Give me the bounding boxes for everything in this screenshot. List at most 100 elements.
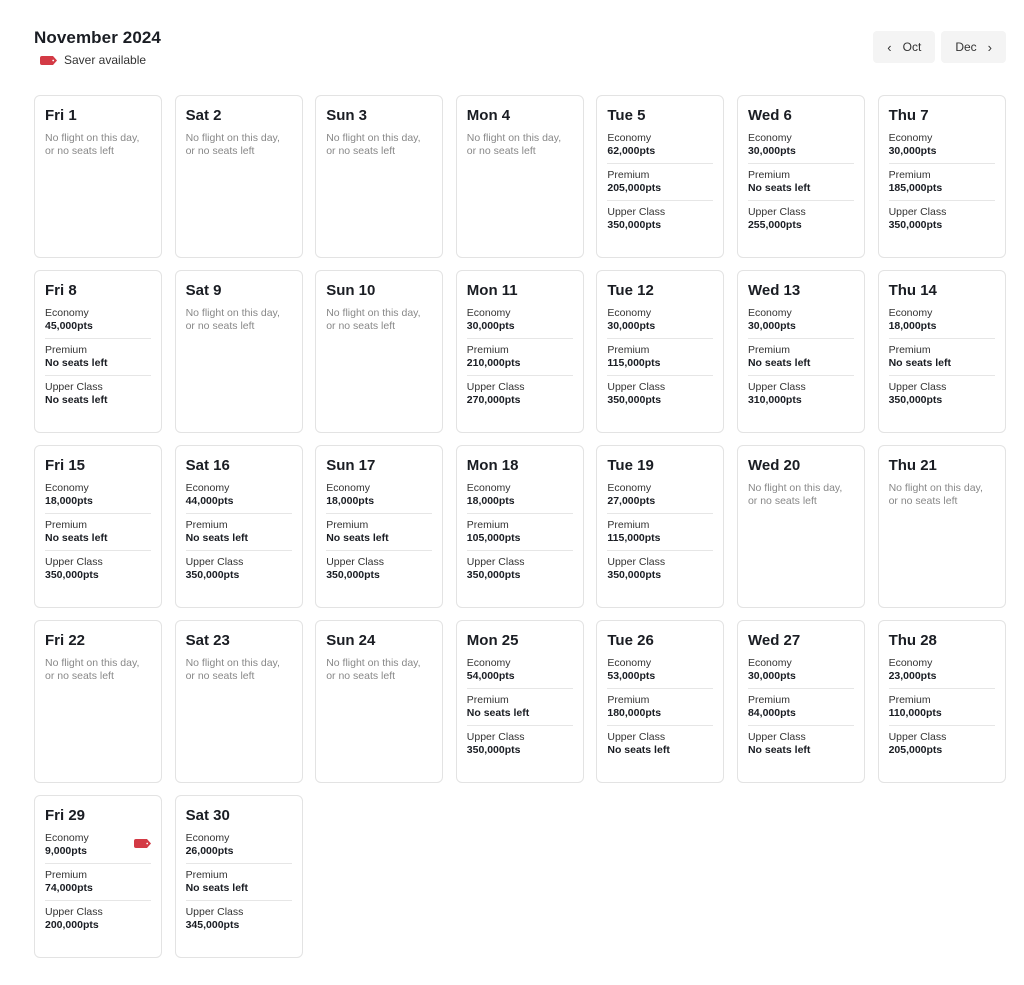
day-card[interactable]: Tue 26 Economy 53,000pts Premium 180,000… <box>596 620 725 783</box>
premium-fare[interactable]: Premium 115,000pts <box>607 338 714 375</box>
premium-fare[interactable]: Premium 185,000pts <box>888 163 995 200</box>
upper-class-fare[interactable]: Upper Class 310,000pts <box>747 375 854 412</box>
day-card[interactable]: Thu 28 Economy 23,000pts Premium 110,000… <box>877 620 1006 783</box>
economy-fare[interactable]: Economy 9,000pts <box>45 832 151 863</box>
premium-price: No seats left <box>45 357 108 369</box>
upper-class-price: 270,000pts <box>466 394 521 406</box>
premium-fare[interactable]: Premium 74,000pts <box>45 863 151 900</box>
economy-fare[interactable]: Economy 26,000pts <box>186 832 292 863</box>
upper-class-fare[interactable]: Upper Class 200,000pts <box>45 900 151 937</box>
upper-class-price: 345,000pts <box>185 919 240 931</box>
upper-class-fare[interactable]: Upper Class 350,000pts <box>466 725 573 762</box>
day-card[interactable]: Mon 25 Economy 54,000pts Premium No seat… <box>455 620 584 783</box>
previous-month-label: Oct <box>902 40 922 54</box>
premium-label: Premium <box>888 344 931 356</box>
premium-fare[interactable]: Premium No seats left <box>185 863 292 900</box>
day-label: Wed 20 <box>747 457 801 474</box>
premium-fare[interactable]: Premium 105,000pts <box>466 513 573 550</box>
premium-fare[interactable]: Premium No seats left <box>888 338 995 375</box>
upper-class-fare[interactable]: Upper Class No seats left <box>45 375 151 412</box>
economy-fare[interactable]: Economy 23,000pts <box>889 657 995 688</box>
economy-fare[interactable]: Economy 18,000pts <box>889 307 995 338</box>
day-card[interactable]: Sat 30 Economy 26,000pts Premium No seat… <box>174 795 303 958</box>
upper-class-fare[interactable]: Upper Class 350,000pts <box>888 200 995 237</box>
day-label: Wed 27 <box>747 632 801 649</box>
upper-class-label: Upper Class <box>888 381 947 393</box>
premium-fare[interactable]: Premium 180,000pts <box>607 688 714 725</box>
day-card[interactable]: Wed 6 Economy 30,000pts Premium No seats… <box>736 95 865 258</box>
economy-fare[interactable]: Economy 18,000pts <box>326 482 432 513</box>
upper-class-fare[interactable]: Upper Class 345,000pts <box>185 900 292 937</box>
premium-fare[interactable]: Premium No seats left <box>326 513 433 550</box>
economy-label: Economy <box>747 657 792 669</box>
upper-class-price: 350,000pts <box>607 219 662 231</box>
day-card[interactable]: Tue 19 Economy 27,000pts Premium 115,000… <box>596 445 725 608</box>
premium-fare[interactable]: Premium No seats left <box>185 513 292 550</box>
day-card[interactable]: Wed 27 Economy 30,000pts Premium 84,000p… <box>736 620 865 783</box>
upper-class-fare[interactable]: Upper Class 350,000pts <box>466 550 573 587</box>
day-card[interactable]: Wed 13 Economy 30,000pts Premium No seat… <box>736 270 865 433</box>
premium-fare[interactable]: Premium No seats left <box>747 163 854 200</box>
economy-fare[interactable]: Economy 30,000pts <box>889 132 995 163</box>
upper-class-fare[interactable]: Upper Class 205,000pts <box>888 725 995 762</box>
day-label: Fri 29 <box>45 807 86 824</box>
upper-class-fare[interactable]: Upper Class 350,000pts <box>326 550 433 587</box>
day-card[interactable]: Tue 5 Economy 62,000pts Premium 205,000p… <box>596 95 725 258</box>
economy-fare[interactable]: Economy 53,000pts <box>607 657 713 688</box>
upper-class-fare[interactable]: Upper Class 350,000pts <box>607 550 714 587</box>
upper-class-fare[interactable]: Upper Class 350,000pts <box>607 200 714 237</box>
day-card[interactable]: Mon 18 Economy 18,000pts Premium 105,000… <box>455 445 584 608</box>
day-card[interactable]: Fri 8 Economy 45,000pts Premium No seats… <box>34 270 162 433</box>
upper-class-fare[interactable]: Upper Class No seats left <box>747 725 854 762</box>
day-card[interactable]: Mon 11 Economy 30,000pts Premium 210,000… <box>455 270 584 433</box>
economy-fare[interactable]: Economy 30,000pts <box>748 307 854 338</box>
economy-fare[interactable]: Economy 44,000pts <box>186 482 292 513</box>
day-card[interactable]: Thu 7 Economy 30,000pts Premium 185,000p… <box>877 95 1006 258</box>
day-card[interactable]: Sun 17 Economy 18,000pts Premium No seat… <box>315 445 444 608</box>
economy-fare[interactable]: Economy 62,000pts <box>607 132 713 163</box>
premium-fare[interactable]: Premium No seats left <box>45 338 151 375</box>
day-card[interactable]: Thu 14 Economy 18,000pts Premium No seat… <box>877 270 1006 433</box>
economy-fare[interactable]: Economy 27,000pts <box>607 482 713 513</box>
next-month-button[interactable]: Dec › <box>941 31 1006 63</box>
premium-label: Premium <box>888 169 931 181</box>
economy-fare[interactable]: Economy 30,000pts <box>748 657 854 688</box>
economy-fare[interactable]: Economy 30,000pts <box>748 132 854 163</box>
day-card: Sun 10 No flight on this day, or no seats… <box>315 270 444 433</box>
day-card[interactable]: Sat 16 Economy 44,000pts Premium No seat… <box>174 445 303 608</box>
upper-class-fare[interactable]: Upper Class 350,000pts <box>888 375 995 412</box>
premium-fare[interactable]: Premium No seats left <box>45 513 151 550</box>
economy-price: 45,000pts <box>45 320 93 332</box>
upper-class-fare[interactable]: Upper Class 255,000pts <box>747 200 854 237</box>
economy-fare[interactable]: Economy 18,000pts <box>45 482 151 513</box>
upper-class-label: Upper Class <box>466 556 525 568</box>
day-card[interactable]: Fri 15 Economy 18,000pts Premium No seat… <box>34 445 162 608</box>
previous-month-button[interactable]: ‹ Oct <box>873 31 936 63</box>
premium-fare[interactable]: Premium 205,000pts <box>607 163 714 200</box>
day-card[interactable]: Tue 12 Economy 30,000pts Premium 115,000… <box>596 270 725 433</box>
economy-fare[interactable]: Economy 45,000pts <box>45 307 151 338</box>
economy-label: Economy <box>607 482 652 494</box>
upper-class-fare[interactable]: Upper Class 350,000pts <box>607 375 714 412</box>
economy-price: 26,000pts <box>185 845 234 857</box>
premium-fare[interactable]: Premium 115,000pts <box>607 513 714 550</box>
premium-fare[interactable]: Premium No seats left <box>747 338 854 375</box>
premium-label: Premium <box>326 519 369 531</box>
economy-fare[interactable]: Economy 54,000pts <box>467 657 573 688</box>
economy-fare[interactable]: Economy 30,000pts <box>467 307 573 338</box>
economy-price: 30,000pts <box>747 145 796 157</box>
day-label: Tue 26 <box>607 632 654 649</box>
day-label: Wed 13 <box>747 282 801 299</box>
day-card[interactable]: Fri 29 Economy 9,000pts Premium 74,000pt… <box>34 795 162 958</box>
premium-fare[interactable]: Premium 210,000pts <box>466 338 573 375</box>
premium-fare[interactable]: Premium 110,000pts <box>888 688 995 725</box>
economy-fare[interactable]: Economy 30,000pts <box>607 307 713 338</box>
premium-fare[interactable]: Premium 84,000pts <box>747 688 854 725</box>
upper-class-fare[interactable]: Upper Class 270,000pts <box>466 375 573 412</box>
upper-class-fare[interactable]: Upper Class No seats left <box>607 725 714 762</box>
upper-class-fare[interactable]: Upper Class 350,000pts <box>45 550 151 587</box>
upper-class-fare[interactable]: Upper Class 350,000pts <box>185 550 292 587</box>
premium-fare[interactable]: Premium No seats left <box>466 688 573 725</box>
economy-fare[interactable]: Economy 18,000pts <box>467 482 573 513</box>
month-navigation: ‹ Oct Dec › <box>873 31 1006 63</box>
